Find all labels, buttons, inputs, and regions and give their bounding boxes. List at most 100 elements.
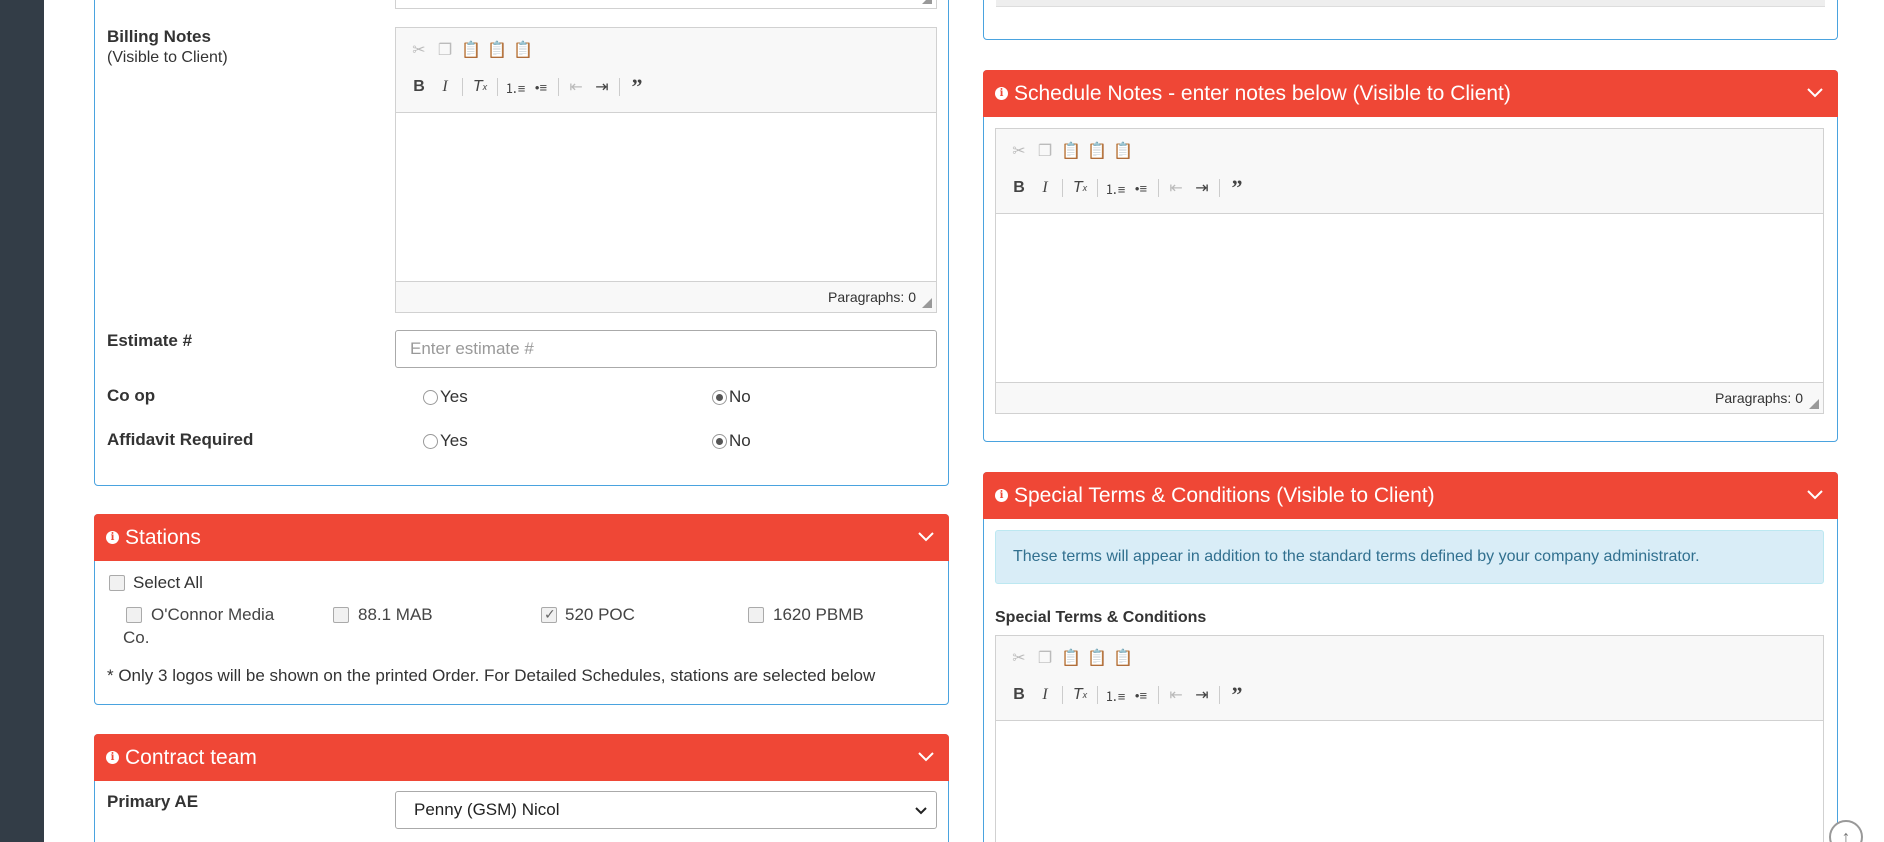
affidavit-no-radio[interactable] xyxy=(712,434,727,449)
outdent-icon[interactable]: ⇤ xyxy=(1163,682,1189,708)
schedule-notes-textarea[interactable] xyxy=(996,215,1823,382)
numbered-list-icon[interactable]: ⒈≡ xyxy=(1102,175,1128,201)
copy-icon[interactable]: ❐ xyxy=(1032,645,1058,671)
special-terms-title: Special Terms & Conditions (Visible to C… xyxy=(1014,483,1435,507)
primary-ae-select[interactable]: Penny (GSM) Nicol xyxy=(395,791,937,829)
editor-toolbar: ✂ ❐ 📋 📋 📋 B I Tx ⒈≡ •≡ ⇤ ⇥ ” xyxy=(396,28,936,113)
scroll-top-icon[interactable]: ↑ xyxy=(1829,820,1863,842)
paste-word-icon[interactable]: 📋 xyxy=(510,37,536,63)
bold-icon[interactable]: B xyxy=(406,74,432,100)
toolbar-separator xyxy=(1158,179,1159,197)
paste-icon[interactable]: 📋 xyxy=(1058,138,1084,164)
estimate-label: Estimate # xyxy=(107,331,193,350)
primary-ae-label: Primary AE xyxy=(107,792,199,811)
editor-status-bar: Paragraphs: 0 xyxy=(996,382,1823,413)
contract-team-header[interactable]: i Contract team xyxy=(94,734,949,781)
station-checkbox-oconnor[interactable] xyxy=(126,607,142,623)
billing-notes-label: Billing Notes xyxy=(107,27,211,46)
editor-toolbar: ✂ ❐ 📋 📋 📋 B I Tx ⒈≡ •≡ ⇤ ⇥ ” xyxy=(996,636,1823,721)
outdent-icon[interactable]: ⇤ xyxy=(563,74,589,100)
indent-icon[interactable]: ⇥ xyxy=(1189,682,1215,708)
special-terms-textarea[interactable] xyxy=(996,722,1823,842)
chevron-down-icon[interactable] xyxy=(917,530,935,542)
special-terms-header[interactable]: i Special Terms & Conditions (Visible to… xyxy=(983,472,1838,519)
paste-word-icon[interactable]: 📋 xyxy=(1110,645,1136,671)
info-icon: i xyxy=(995,87,1008,100)
terms-info-alert: These terms will appear in addition to t… xyxy=(995,530,1824,584)
resize-grip[interactable] xyxy=(922,0,932,4)
stations-panel-header[interactable]: i Stations xyxy=(94,514,949,561)
page: Billing Notes (Visible to Client) ✂ ❐ 📋 … xyxy=(0,0,1884,842)
affidavit-no-label: No xyxy=(729,431,751,450)
bulleted-list-icon[interactable]: •≡ xyxy=(1128,682,1154,708)
outdent-icon[interactable]: ⇤ xyxy=(1163,175,1189,201)
info-icon: i xyxy=(106,751,119,764)
remove-format-icon[interactable]: Tx xyxy=(1067,175,1093,201)
affidavit-yes-label: Yes xyxy=(440,431,468,450)
affidavit-yes-radio[interactable] xyxy=(423,434,438,449)
bold-icon[interactable]: B xyxy=(1006,682,1032,708)
paste-text-icon[interactable]: 📋 xyxy=(1084,645,1110,671)
schedule-notes-header[interactable]: i Schedule Notes - enter notes below (Vi… xyxy=(983,70,1838,117)
copy-icon[interactable]: ❐ xyxy=(1032,138,1058,164)
info-icon: i xyxy=(995,489,1008,502)
paste-icon[interactable]: 📋 xyxy=(458,37,484,63)
blockquote-icon[interactable]: ” xyxy=(624,74,650,100)
bulleted-list-icon[interactable]: •≡ xyxy=(1128,175,1154,201)
coop-yes-label: Yes xyxy=(440,387,468,406)
toolbar-separator xyxy=(619,78,620,96)
bold-icon[interactable]: B xyxy=(1006,175,1032,201)
paste-text-icon[interactable]: 📋 xyxy=(1084,138,1110,164)
schedule-notes-editor: ✂ ❐ 📋 📋 📋 B I Tx ⒈≡ •≡ ⇤ ⇥ ” Paragraphs:… xyxy=(995,128,1824,414)
remove-format-icon[interactable]: Tx xyxy=(1067,682,1093,708)
blockquote-icon[interactable]: ” xyxy=(1224,175,1250,201)
chevron-down-icon[interactable] xyxy=(1806,488,1824,500)
remove-format-icon[interactable]: Tx xyxy=(467,74,493,100)
coop-yes-radio[interactable] xyxy=(423,390,438,405)
affidavit-label: Affidavit Required xyxy=(107,430,254,449)
contract-team-title: Contract team xyxy=(125,745,257,769)
resize-grip[interactable] xyxy=(922,298,932,308)
toolbar-separator xyxy=(1097,686,1098,704)
paste-word-icon[interactable]: 📋 xyxy=(1110,138,1136,164)
toolbar-separator xyxy=(462,78,463,96)
italic-icon[interactable]: I xyxy=(432,74,458,100)
numbered-list-icon[interactable]: ⒈≡ xyxy=(1102,682,1128,708)
indent-icon[interactable]: ⇥ xyxy=(1189,175,1215,201)
billing-notes-textarea[interactable] xyxy=(396,114,936,281)
toolbar-separator xyxy=(1062,179,1063,197)
cut-icon[interactable]: ✂ xyxy=(1006,138,1032,164)
previous-panel-bottom xyxy=(983,0,1838,40)
cut-icon[interactable]: ✂ xyxy=(1006,645,1032,671)
station-checkbox-1620-pbmb[interactable] xyxy=(748,607,764,623)
blockquote-icon[interactable]: ” xyxy=(1224,682,1250,708)
chevron-down-icon[interactable] xyxy=(1806,86,1824,98)
select-all-checkbox[interactable] xyxy=(109,575,125,591)
editor-status-bar: Paragraphs: 0 xyxy=(396,281,936,312)
paste-text-icon[interactable]: 📋 xyxy=(484,37,510,63)
chevron-down-icon xyxy=(915,807,927,815)
station-label-881-mab: 88.1 MAB xyxy=(358,605,433,624)
toolbar-separator xyxy=(1062,686,1063,704)
toolbar-separator xyxy=(558,78,559,96)
indent-icon[interactable]: ⇥ xyxy=(589,74,615,100)
copy-icon[interactable]: ❐ xyxy=(432,37,458,63)
paste-icon[interactable]: 📋 xyxy=(1058,645,1084,671)
resize-grip[interactable] xyxy=(1809,399,1819,409)
info-icon: i xyxy=(106,531,119,544)
station-checkbox-881-mab[interactable] xyxy=(333,607,349,623)
chevron-down-icon[interactable] xyxy=(917,750,935,762)
cut-icon[interactable]: ✂ xyxy=(406,37,432,63)
numbered-list-icon[interactable]: ⒈≡ xyxy=(502,74,528,100)
bulleted-list-icon[interactable]: •≡ xyxy=(528,74,554,100)
coop-no-label: No xyxy=(729,387,751,406)
station-checkbox-520-poc[interactable] xyxy=(541,606,557,623)
coop-no-radio[interactable] xyxy=(712,390,727,405)
schedule-notes-panel: i Schedule Notes - enter notes below (Vi… xyxy=(983,70,1838,442)
special-terms-editor: ✂ ❐ 📋 📋 📋 B I Tx ⒈≡ •≡ ⇤ ⇥ ” xyxy=(995,635,1824,842)
italic-icon[interactable]: I xyxy=(1032,175,1058,201)
italic-icon[interactable]: I xyxy=(1032,682,1058,708)
estimate-input[interactable]: Enter estimate # xyxy=(395,330,937,368)
toolbar-separator xyxy=(1158,686,1159,704)
previous-field-bottom xyxy=(996,0,1825,7)
